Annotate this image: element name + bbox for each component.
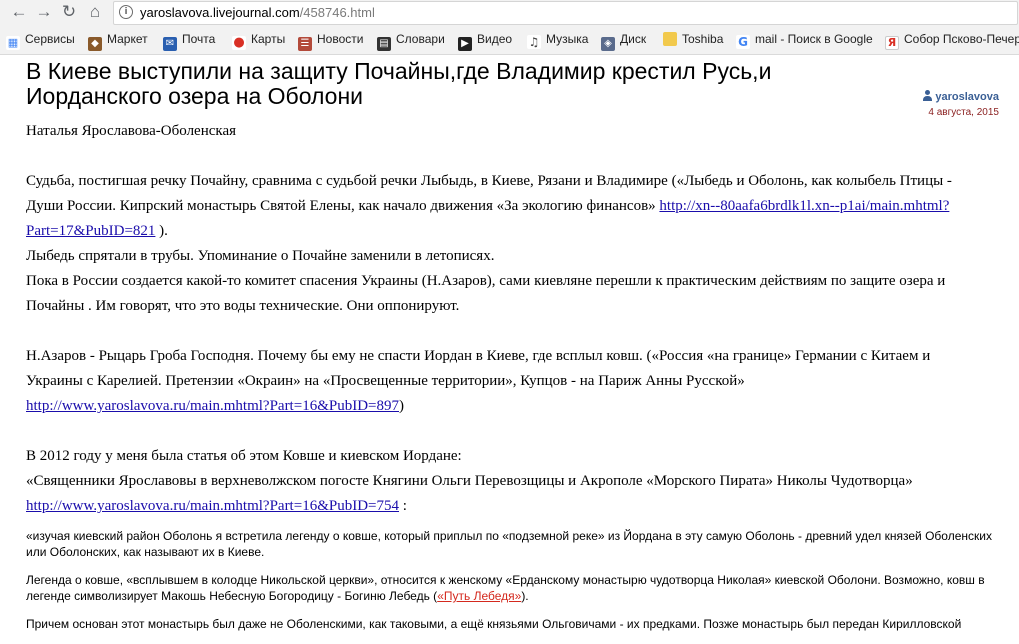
disk-icon: ◈ — [601, 37, 615, 51]
market-icon: ◆ — [88, 37, 102, 51]
address-bar[interactable]: i yaroslavova.livejournal.com/458746.htm… — [113, 1, 1018, 25]
dictionary-icon: ▤ — [377, 37, 391, 51]
yandex-icon: Я — [885, 36, 899, 50]
folder-icon — [663, 32, 677, 46]
page-content: В Киеве выступили на защиту Почайны,где … — [0, 55, 1019, 635]
bookmark-toshiba[interactable]: Toshiba — [663, 29, 723, 49]
link-swan-path[interactable]: «Путь Лебедя» — [437, 589, 521, 603]
link-yaroslavova-754[interactable]: http://www.yaroslavova.ru/main.mhtml?Par… — [26, 498, 399, 514]
navigation-bar: ← → ↻ ⌂ i yaroslavova.livejournal.com/45… — [0, 0, 1019, 25]
bookmark-mail[interactable]: ✉ Почта — [163, 29, 215, 51]
bookmark-video[interactable]: ▶ Видео — [458, 29, 512, 51]
google-icon: G — [736, 35, 750, 49]
bookmark-google-search[interactable]: Gmail - Поиск в Google — [736, 29, 873, 49]
browser-chrome: ← → ↻ ⌂ i yaroslavova.livejournal.com/45… — [0, 0, 1019, 55]
bookmark-disk[interactable]: ◈ Диск — [601, 29, 646, 51]
quoted-excerpt: «изучая киевский район Оболонь я встрети… — [26, 528, 1006, 644]
forward-arrow-icon[interactable]: → — [33, 2, 55, 22]
byline: Наталья Ярославова-Оболенская — [26, 123, 237, 139]
post-body: Наталья Ярославова-Оболенская Судьба, по… — [26, 119, 986, 519]
info-icon[interactable]: i — [119, 5, 133, 19]
paragraph-7: http://www.yaroslavova.ru/main.mhtml?Par… — [26, 498, 407, 514]
bookmark-music[interactable]: ♫ Музыка — [527, 29, 588, 49]
bookmarks-bar: ▦ Сервисы ◆ Маркет ✉ Почта ● Карты ☰ Новости … — [0, 27, 1019, 51]
link-yaroslavova-897[interactable]: http://www.yaroslavova.ru/main.mhtml?Par… — [26, 398, 399, 414]
url-path: /458746.html — [299, 5, 375, 20]
bookmark-maps[interactable]: ● Карты — [232, 29, 285, 50]
bookmark-cathedral[interactable]: Я Собор Псково-Печер — [885, 29, 1019, 50]
paragraph-6: «Священники Ярославовы в верхневолжском … — [26, 473, 913, 489]
bookmark-market[interactable]: ◆ Маркет — [88, 29, 148, 51]
paragraph-5: В 2012 году у меня была статья об этом К… — [26, 448, 462, 464]
paragraph-1: Судьба, постигшая речку Почайну, сравним… — [26, 173, 952, 239]
news-icon: ☰ — [298, 37, 312, 51]
bookmark-news[interactable]: ☰ Новости — [298, 29, 363, 51]
url-text[interactable]: yaroslavova.livejournal.com/458746.html — [140, 4, 375, 21]
bookmark-services[interactable]: ▦ Сервисы — [6, 29, 75, 50]
bookmark-dictionaries[interactable]: ▤ Словари — [377, 29, 445, 51]
user-icon — [922, 90, 933, 102]
paragraph-2: Лыбедь спрятали в трубы. Упоминание о По… — [26, 248, 495, 264]
quote-paragraph-2: Легенда о ковше, «всплывшем в колодце Ни… — [26, 573, 985, 603]
video-play-icon: ▶ — [458, 37, 472, 51]
map-pin-icon: ● — [232, 35, 246, 50]
post-title: В Киеве выступили на защиту Почайны,где … — [26, 58, 772, 109]
back-arrow-icon[interactable]: ← — [8, 2, 30, 22]
mail-icon: ✉ — [163, 37, 177, 51]
quote-paragraph-3: Причем основан этот монастырь был даже н… — [26, 617, 962, 631]
reload-icon[interactable]: ↻ — [58, 2, 80, 22]
music-icon: ♫ — [527, 35, 541, 49]
url-host: yaroslavova.livejournal.com — [140, 5, 300, 20]
home-icon[interactable]: ⌂ — [84, 2, 106, 22]
author-box: yaroslavova 4 августа, 2015 — [922, 90, 999, 121]
paragraph-4: Н.Азаров - Рыцарь Гроба Господня. Почему… — [26, 348, 931, 414]
author-link[interactable]: yaroslavova — [922, 90, 999, 105]
author-username: yaroslavova — [935, 91, 999, 103]
quote-paragraph-1: «изучая киевский район Оболонь я встрети… — [26, 529, 992, 559]
apps-grid-icon: ▦ — [6, 36, 20, 50]
paragraph-3: Пока в России создается какой-то комитет… — [26, 273, 946, 314]
